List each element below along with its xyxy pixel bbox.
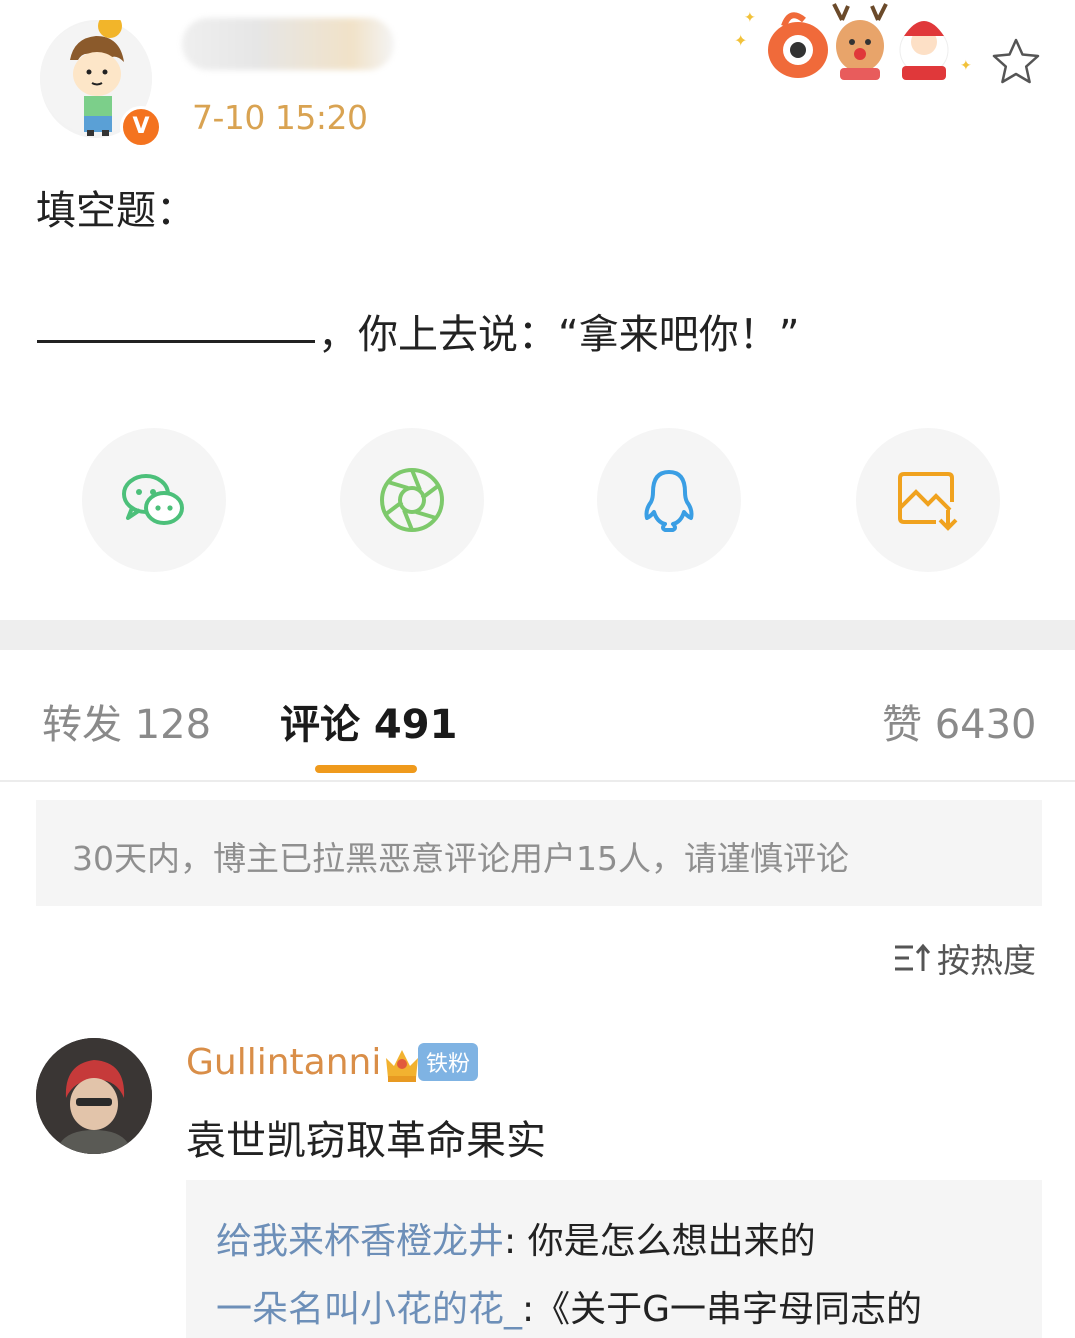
section-divider (0, 620, 1075, 650)
tabs-divider (0, 780, 1075, 782)
fill-in-blank-line (37, 340, 315, 343)
reply-username[interactable]: 一朵名叫小花的花_ (216, 1289, 522, 1330)
wechat-icon (122, 474, 184, 525)
anime-avatar-icon (36, 1038, 152, 1154)
share-wechat-button[interactable] (82, 428, 226, 572)
favorite-star-icon[interactable] (990, 36, 1042, 88)
sort-icon (895, 943, 931, 971)
post-text-line-2: ，你上去说：“拿来吧你！” (318, 312, 800, 358)
sort-by-hot-button[interactable]: 按热度 (893, 936, 1036, 980)
reply-username[interactable]: 给我来杯香橙龙井 (216, 1221, 504, 1262)
sort-label: 按热度 (937, 941, 1036, 980)
svg-text:✦: ✦ (960, 58, 972, 74)
verified-badge-icon: V (120, 106, 162, 148)
reply-item[interactable]: 给我来杯香橙龙井: 你是怎么想出来的 (216, 1212, 816, 1264)
commenter-avatar[interactable] (36, 1038, 152, 1154)
reply-text: : 你是怎么想出来的 (504, 1221, 816, 1262)
svg-text:✦: ✦ (744, 10, 756, 26)
author-username-blurred[interactable] (182, 18, 394, 70)
holiday-decoration-icon: ✦ ✦ ✦ (734, 3, 972, 80)
share-moments-button[interactable] (340, 428, 484, 572)
fan-badge-label: 铁粉 (418, 1043, 479, 1081)
save-image-button[interactable] (856, 428, 1000, 572)
author-avatar[interactable]: V (40, 14, 162, 148)
save-image-icon (898, 472, 958, 531)
share-qq-button[interactable] (597, 428, 741, 572)
tab-repost[interactable]: 转发 128 (42, 692, 211, 750)
svg-text:✦: ✦ (734, 31, 747, 50)
tab-like[interactable]: 赞 6430 (882, 692, 1037, 750)
commenter-username[interactable]: Gullintanni (186, 1042, 381, 1083)
tab-comment[interactable]: 评论 491 (280, 692, 457, 750)
active-tab-indicator (315, 765, 417, 773)
comment-text: 袁世凯窃取革命果实 (186, 1118, 546, 1164)
qq-icon (644, 470, 694, 532)
post-text-line-1: 填空题： (36, 188, 196, 234)
crown-icon (386, 1050, 418, 1082)
post-time: 7-10 15:20 (192, 98, 368, 137)
reply-item[interactable]: 一朵名叫小花的花_:《关于G一串字母同志的 (216, 1280, 922, 1332)
notice-text: 30天内，博主已拉黑恶意评论用户15人，请谨慎评论 (72, 839, 849, 878)
moments-icon (380, 468, 444, 532)
reply-text: :《关于G一串字母同志的 (522, 1289, 923, 1330)
iron-fan-badge: 铁粉 (382, 1040, 479, 1084)
